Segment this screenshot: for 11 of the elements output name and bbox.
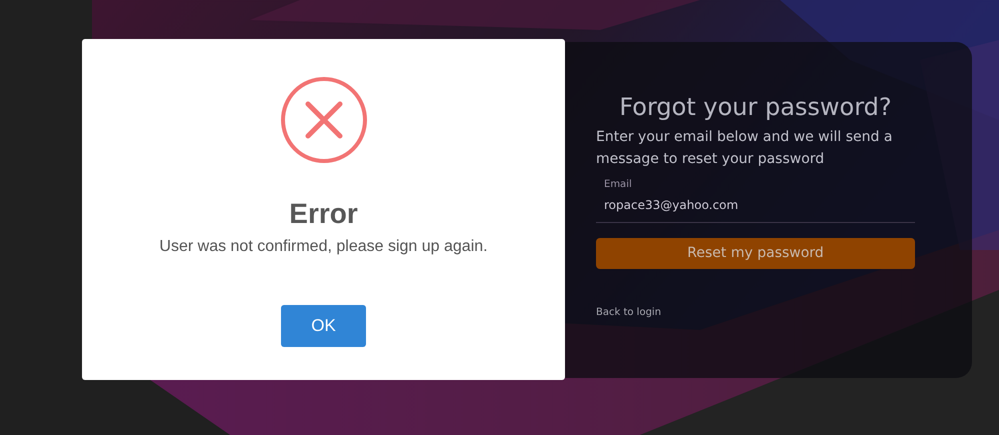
- email-field[interactable]: Email ropace33@yahoo.com: [596, 178, 915, 223]
- email-input[interactable]: ropace33@yahoo.com: [604, 196, 915, 214]
- card-title: Forgot your password?: [618, 92, 893, 122]
- email-label: Email: [604, 178, 633, 192]
- reset-password-button[interactable]: Reset my password: [596, 238, 915, 269]
- dialog-message: User was not confirmed, please sign up again.: [159, 237, 488, 257]
- ok-button[interactable]: OK: [281, 305, 366, 347]
- error-icon: [280, 77, 366, 163]
- back-to-login-link[interactable]: Back to login: [596, 305, 662, 320]
- card-description: Enter your email below and we will send a message to reset your password: [596, 128, 894, 169]
- dialog-title: Error: [289, 197, 358, 231]
